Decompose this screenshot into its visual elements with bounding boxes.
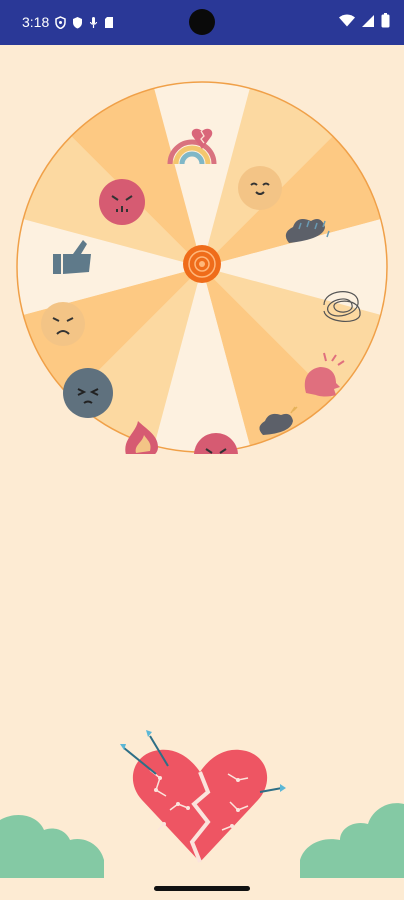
wheel-hub[interactable] — [183, 245, 221, 283]
mic-icon — [90, 16, 98, 28]
gesture-handle[interactable] — [154, 886, 250, 891]
clock-time: 3:18 — [22, 14, 50, 30]
bushes-decoration — [0, 803, 404, 880]
status-bar: 3:18 — [0, 0, 404, 45]
smiling-face-icon — [238, 166, 282, 210]
frustrated-face-icon — [63, 368, 113, 418]
status-right-group — [339, 13, 390, 28]
wifi-icon — [339, 14, 355, 27]
frowning-face-icon — [41, 302, 85, 346]
status-left-group: 3:18 — [22, 14, 114, 30]
battery-icon — [381, 13, 390, 28]
sd-card-icon — [105, 16, 114, 28]
camera-cutout — [189, 9, 215, 35]
upset-face-icon — [99, 179, 145, 225]
signal-icon — [362, 14, 374, 27]
wheel-pointer-icon — [191, 128, 213, 149]
shield-filled-icon — [73, 16, 83, 28]
shield-icon — [55, 15, 66, 29]
